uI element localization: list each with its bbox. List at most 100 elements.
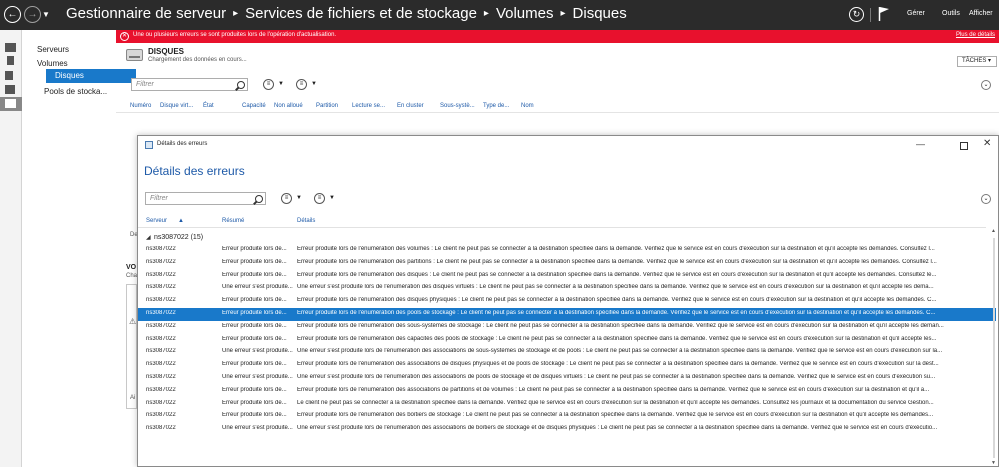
table-row[interactable]: ns3087022 Erreur produite lors de... Erreu… bbox=[138, 308, 996, 321]
local-server-icon[interactable] bbox=[7, 56, 14, 65]
col-capacity[interactable]: Capacité bbox=[242, 103, 266, 109]
menu-view[interactable]: Afficher bbox=[969, 10, 993, 17]
col-summary[interactable]: Résumé bbox=[222, 218, 244, 224]
col-server[interactable]: Serveur bbox=[146, 218, 167, 224]
all-servers-icon[interactable] bbox=[5, 71, 13, 80]
more-details-link[interactable]: Plus de détails bbox=[956, 32, 995, 38]
dialog-title-bar[interactable]: Détails des erreurs — ✕ bbox=[138, 136, 998, 154]
expand-chevron-icon[interactable]: ⌄ bbox=[981, 80, 991, 90]
group-options-icon[interactable]: ≡ bbox=[296, 79, 307, 90]
disks-column-header: Numéro Disque virt... État Capacité Non … bbox=[116, 99, 999, 113]
table-row[interactable]: ns3087022 Erreur produite lors de... Erreu… bbox=[138, 385, 996, 398]
col-read-only[interactable]: Lecture se... bbox=[352, 103, 385, 109]
main-filter-input[interactable]: Filtrer bbox=[131, 78, 248, 91]
scroll-down-icon[interactable]: ▼ bbox=[991, 460, 996, 466]
cell-details: Erreur produite lors de l'énumération de… bbox=[297, 322, 944, 329]
table-row[interactable]: ns3087022 Une erreur s'est produite... Une… bbox=[138, 282, 996, 295]
sidebar-item-storage-pools[interactable]: Pools de stocka... bbox=[44, 87, 107, 96]
sidebar-item-servers[interactable]: Serveurs bbox=[37, 45, 69, 54]
table-row[interactable]: ns3087022 Erreur produite lors de... Le cl… bbox=[138, 398, 996, 411]
breadcrumb-server-manager[interactable]: Gestionnaire de serveur bbox=[66, 5, 226, 22]
table-row[interactable]: ns3087022 Une erreur s'est produite... Une… bbox=[138, 346, 996, 359]
chevron-down-icon[interactable]: ▼ bbox=[278, 81, 284, 87]
page-subtitle: Chargement des données en cours... bbox=[148, 57, 247, 63]
cell-server: ns3087022 bbox=[146, 412, 176, 419]
col-virtual-disk[interactable]: Disque virt... bbox=[160, 103, 193, 109]
search-icon[interactable] bbox=[237, 81, 245, 89]
warning-icon: ⚠ bbox=[129, 317, 137, 326]
list-options-icon[interactable]: ≡ bbox=[281, 193, 292, 204]
table-row[interactable]: ns3087022 Erreur produite lors de... Erreu… bbox=[138, 295, 996, 308]
error-message: Une ou plusieurs erreurs se sont produit… bbox=[133, 32, 337, 38]
table-row[interactable]: ns3087022 Erreur produite lors de... Erreu… bbox=[138, 244, 996, 257]
breadcrumb-file-services[interactable]: Services de fichiers et de stockage bbox=[245, 5, 477, 22]
cell-details: Erreur produite lors de l'énumération de… bbox=[297, 297, 937, 304]
col-bus-type[interactable]: Type de... bbox=[483, 103, 509, 109]
sidebar-item-volumes[interactable]: Volumes bbox=[37, 59, 68, 68]
expand-chevron-icon[interactable]: ⌄ bbox=[981, 194, 991, 204]
cell-server: ns3087022 bbox=[146, 271, 176, 278]
list-options-icon[interactable]: ≡ bbox=[263, 79, 274, 90]
cell-server: ns3087022 bbox=[146, 348, 176, 355]
collapse-triangle-icon[interactable]: ◢ bbox=[146, 234, 151, 241]
col-clustered[interactable]: En cluster bbox=[397, 103, 424, 109]
close-icon[interactable]: ✕ bbox=[983, 138, 991, 149]
cell-server: ns3087022 bbox=[146, 374, 176, 380]
cell-summary: Une erreur s'est produite... bbox=[222, 425, 293, 432]
table-row[interactable]: ns3087022 Erreur produite lors de... Erreu… bbox=[138, 410, 996, 423]
table-row[interactable]: ns3087022 Une erreur s'est produite... Une… bbox=[138, 423, 996, 436]
scroll-up-icon[interactable]: ▲ bbox=[991, 228, 996, 234]
table-row[interactable]: ns3087022 Erreur produite lors de... Erreu… bbox=[138, 334, 996, 347]
chevron-down-icon[interactable]: ▼ bbox=[296, 195, 302, 201]
col-number[interactable]: Numéro bbox=[130, 103, 151, 109]
cell-server: ns3087022 bbox=[146, 297, 176, 304]
vertical-scrollbar[interactable]: ▲ ▼ bbox=[990, 228, 998, 466]
dashboard-icon[interactable] bbox=[5, 43, 16, 52]
cell-details: Erreur produite lors de l'énumération de… bbox=[297, 310, 936, 316]
nav-history-dropdown-icon[interactable]: ▼ bbox=[42, 10, 50, 19]
group-options-icon[interactable]: ≡ bbox=[314, 193, 325, 204]
col-partition[interactable]: Partition bbox=[316, 103, 338, 109]
table-row[interactable]: ns3087022 Erreur produite lors de... Erreu… bbox=[138, 321, 996, 334]
chevron-down-icon[interactable]: ▼ bbox=[329, 195, 335, 201]
flag-icon[interactable] bbox=[878, 6, 890, 22]
refresh-icon[interactable]: ↻ bbox=[849, 7, 864, 22]
back-arrow-icon[interactable]: ← bbox=[4, 6, 21, 23]
col-unallocated[interactable]: Non alloué bbox=[274, 103, 303, 109]
sidebar-item-disks[interactable]: Disques bbox=[46, 69, 136, 83]
menu-tools[interactable]: Outils bbox=[942, 10, 960, 17]
server-group-header[interactable]: ◢ ns3087022 (15) bbox=[138, 232, 986, 244]
chevron-down-icon[interactable]: ▼ bbox=[311, 81, 317, 87]
dialog-filter-input[interactable]: Filtrer bbox=[145, 192, 266, 205]
error-banner: ✕ Une ou plusieurs erreurs se sont produ… bbox=[116, 30, 999, 43]
file-storage-services-icon[interactable] bbox=[0, 97, 22, 111]
cell-server: ns3087022 bbox=[146, 284, 176, 291]
col-details[interactable]: Détails bbox=[297, 218, 315, 224]
col-name[interactable]: Nom bbox=[521, 103, 534, 109]
cell-summary: Erreur produite lors de... bbox=[222, 297, 287, 304]
minimize-icon[interactable]: — bbox=[916, 139, 925, 149]
maximize-icon[interactable] bbox=[960, 142, 968, 150]
table-row[interactable]: ns3087022 Erreur produite lors de... Erreu… bbox=[138, 359, 996, 372]
menu-manage[interactable]: Gérer bbox=[907, 10, 925, 17]
iis-icon[interactable] bbox=[5, 85, 15, 94]
table-row[interactable]: ns3087022 Une erreur s'est produite... Une… bbox=[138, 372, 996, 385]
breadcrumb-disks[interactable]: Disques bbox=[573, 5, 627, 22]
cell-details: Erreur produite lors de l'énumération de… bbox=[297, 246, 935, 252]
cell-summary: Erreur produite lors de... bbox=[222, 335, 287, 342]
scrollbar-track[interactable] bbox=[993, 238, 995, 458]
search-icon[interactable] bbox=[255, 195, 263, 203]
cell-server: ns3087022 bbox=[146, 310, 176, 316]
table-row[interactable]: ns3087022 Erreur produite lors de... Erreu… bbox=[138, 257, 996, 270]
col-subsystem[interactable]: Sous-systè... bbox=[440, 103, 475, 109]
col-state[interactable]: État bbox=[203, 103, 214, 109]
cell-server: ns3087022 bbox=[146, 335, 176, 342]
tasks-dropdown-button[interactable]: TÂCHES ▾ bbox=[957, 56, 997, 67]
errors-column-header: Serveur ▲ Résumé Détails bbox=[138, 215, 986, 228]
table-row[interactable]: ns3087022 Erreur produite lors de... Erreu… bbox=[138, 270, 996, 283]
dialog-window-icon bbox=[145, 141, 153, 149]
cell-server: ns3087022 bbox=[146, 425, 176, 432]
breadcrumb-separator-icon: ▸ bbox=[483, 8, 489, 19]
forward-arrow-icon[interactable]: → bbox=[24, 6, 41, 23]
breadcrumb-volumes[interactable]: Volumes bbox=[496, 5, 554, 22]
